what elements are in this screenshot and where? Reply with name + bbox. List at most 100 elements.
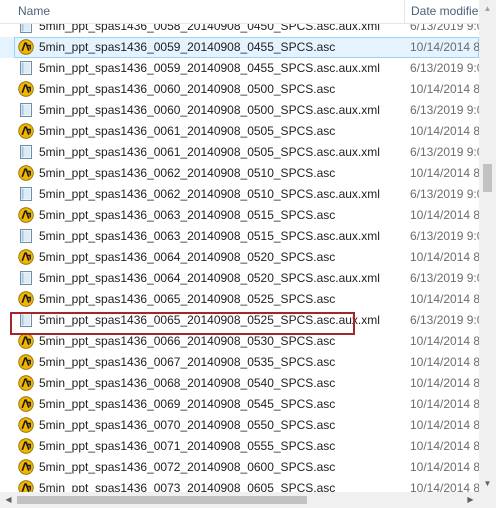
- file-date-modified: 10/14/2014 8:: [410, 166, 479, 180]
- scroll-left-arrow-icon[interactable]: ◀: [0, 492, 17, 508]
- horizontal-scrollbar[interactable]: ◀ ▶: [0, 492, 479, 508]
- file-name: 5min_ppt_spas1436_0073_20140908_0605_SPC…: [39, 481, 336, 492]
- vertical-scrollbar[interactable]: ▲ ▼: [479, 0, 496, 492]
- file-name: 5min_ppt_spas1436_0071_20140908_0555_SPC…: [39, 439, 336, 453]
- file-date-modified: 10/14/2014 8:: [410, 481, 479, 492]
- file-name: 5min_ppt_spas1436_0062_20140908_0510_SPC…: [39, 166, 336, 180]
- file-name: 5min_ppt_spas1436_0060_20140908_0500_SPC…: [39, 82, 336, 96]
- file-list: 5min_ppt_spas1436_0058_20140908_0450_SPC…: [0, 16, 479, 492]
- asc-file-icon: [18, 165, 34, 181]
- asc-file-icon: [18, 438, 34, 454]
- asc-file-icon: [18, 480, 34, 492]
- file-name: 5min_ppt_spas1436_0064_20140908_0520_SPC…: [39, 271, 380, 285]
- asc-file-icon: [18, 291, 34, 307]
- asc-file-icon: [18, 354, 34, 370]
- file-row[interactable]: 5min_ppt_spas1436_0061_20140908_0505_SPC…: [0, 121, 479, 142]
- file-name: 5min_ppt_spas1436_0064_20140908_0520_SPC…: [39, 250, 336, 264]
- file-row[interactable]: 5min_ppt_spas1436_0059_20140908_0455_SPC…: [0, 58, 479, 79]
- file-name: 5min_ppt_spas1436_0067_20140908_0535_SPC…: [39, 355, 336, 369]
- file-row[interactable]: 5min_ppt_spas1436_0070_20140908_0550_SPC…: [0, 415, 479, 436]
- file-row[interactable]: 5min_ppt_spas1436_0073_20140908_0605_SPC…: [0, 478, 479, 492]
- file-row[interactable]: 5min_ppt_spas1436_0060_20140908_0500_SPC…: [0, 100, 479, 121]
- file-name: 5min_ppt_spas1436_0061_20140908_0505_SPC…: [39, 124, 336, 138]
- file-date-modified: 6/13/2019 9:0: [410, 61, 479, 75]
- file-row[interactable]: 5min_ppt_spas1436_0062_20140908_0510_SPC…: [0, 163, 479, 184]
- scrollbar-corner: [479, 492, 496, 508]
- asc-file-icon: [18, 459, 34, 475]
- file-name: 5min_ppt_spas1436_0065_20140908_0525_SPC…: [39, 292, 336, 306]
- file-name: 5min_ppt_spas1436_0065_20140908_0525_SPC…: [39, 313, 380, 327]
- column-header-date-modified[interactable]: Date modifie: [404, 0, 479, 23]
- file-name: 5min_ppt_spas1436_0069_20140908_0545_SPC…: [39, 397, 336, 411]
- file-date-modified: 10/14/2014 8:: [410, 376, 479, 390]
- file-name: 5min_ppt_spas1436_0068_20140908_0540_SPC…: [39, 376, 336, 390]
- xml-document-icon: [18, 312, 34, 328]
- file-row[interactable]: 5min_ppt_spas1436_0064_20140908_0520_SPC…: [0, 268, 479, 289]
- file-date-modified: 6/13/2019 9:0: [410, 229, 479, 243]
- file-date-modified: 10/14/2014 8:: [410, 355, 479, 369]
- asc-file-icon: [18, 396, 34, 412]
- asc-file-icon: [18, 207, 34, 223]
- file-row[interactable]: 5min_ppt_spas1436_0059_20140908_0455_SPC…: [0, 37, 479, 58]
- file-date-modified: 10/14/2014 8:: [410, 439, 479, 453]
- file-date-modified: 6/13/2019 9:0: [410, 313, 479, 327]
- scroll-down-arrow-icon[interactable]: ▼: [479, 475, 496, 492]
- file-row[interactable]: 5min_ppt_spas1436_0063_20140908_0515_SPC…: [0, 205, 479, 226]
- asc-file-icon: [18, 123, 34, 139]
- xml-document-icon: [18, 60, 34, 76]
- asc-file-icon: [18, 417, 34, 433]
- file-date-modified: 6/13/2019 9:0: [410, 145, 479, 159]
- file-name: 5min_ppt_spas1436_0072_20140908_0600_SPC…: [39, 460, 336, 474]
- file-row[interactable]: 5min_ppt_spas1436_0061_20140908_0505_SPC…: [0, 142, 479, 163]
- file-row[interactable]: 5min_ppt_spas1436_0066_20140908_0530_SPC…: [0, 331, 479, 352]
- file-date-modified: 10/14/2014 8:: [410, 397, 479, 411]
- file-name: 5min_ppt_spas1436_0059_20140908_0455_SPC…: [39, 40, 336, 54]
- vertical-scroll-thumb[interactable]: [483, 164, 492, 192]
- file-date-modified: 6/13/2019 9:0: [410, 103, 479, 117]
- scroll-up-arrow-icon[interactable]: ▲: [479, 0, 496, 17]
- file-row[interactable]: 5min_ppt_spas1436_0065_20140908_0525_SPC…: [0, 310, 479, 331]
- file-date-modified: 10/14/2014 8:: [410, 124, 479, 138]
- file-date-modified: 10/14/2014 8:: [410, 208, 479, 222]
- column-header-name[interactable]: Name: [0, 0, 403, 23]
- file-row[interactable]: 5min_ppt_spas1436_0069_20140908_0545_SPC…: [0, 394, 479, 415]
- file-name: 5min_ppt_spas1436_0063_20140908_0515_SPC…: [39, 229, 380, 243]
- file-row[interactable]: 5min_ppt_spas1436_0060_20140908_0500_SPC…: [0, 79, 479, 100]
- file-name: 5min_ppt_spas1436_0059_20140908_0455_SPC…: [39, 61, 380, 75]
- file-date-modified: 10/14/2014 8:: [410, 460, 479, 474]
- horizontal-scroll-thumb[interactable]: [17, 496, 307, 504]
- asc-file-icon: [18, 249, 34, 265]
- file-name: 5min_ppt_spas1436_0060_20140908_0500_SPC…: [39, 103, 380, 117]
- file-row[interactable]: 5min_ppt_spas1436_0063_20140908_0515_SPC…: [0, 226, 479, 247]
- xml-document-icon: [18, 186, 34, 202]
- scroll-right-arrow-icon[interactable]: ▶: [462, 492, 479, 508]
- xml-document-icon: [18, 228, 34, 244]
- column-header: Name Date modifie: [0, 0, 479, 24]
- file-date-modified: 6/13/2019 9:0: [410, 271, 479, 285]
- file-name: 5min_ppt_spas1436_0061_20140908_0505_SPC…: [39, 145, 380, 159]
- file-row[interactable]: 5min_ppt_spas1436_0067_20140908_0535_SPC…: [0, 352, 479, 373]
- asc-file-icon: [18, 333, 34, 349]
- file-name: 5min_ppt_spas1436_0066_20140908_0530_SPC…: [39, 334, 336, 348]
- file-date-modified: 10/14/2014 8:: [410, 334, 479, 348]
- file-row[interactable]: 5min_ppt_spas1436_0068_20140908_0540_SPC…: [0, 373, 479, 394]
- file-date-modified: 6/13/2019 9:0: [410, 187, 479, 201]
- file-date-modified: 10/14/2014 8:: [410, 40, 479, 54]
- file-row[interactable]: 5min_ppt_spas1436_0072_20140908_0600_SPC…: [0, 457, 479, 478]
- file-date-modified: 10/14/2014 8:: [410, 250, 479, 264]
- asc-file-icon: [18, 375, 34, 391]
- file-name: 5min_ppt_spas1436_0062_20140908_0510_SPC…: [39, 187, 380, 201]
- xml-document-icon: [18, 102, 34, 118]
- file-name: 5min_ppt_spas1436_0070_20140908_0550_SPC…: [39, 418, 336, 432]
- xml-document-icon: [18, 270, 34, 286]
- asc-file-icon: [18, 81, 34, 97]
- file-row[interactable]: 5min_ppt_spas1436_0062_20140908_0510_SPC…: [0, 184, 479, 205]
- asc-file-icon: [18, 39, 34, 55]
- file-row[interactable]: 5min_ppt_spas1436_0064_20140908_0520_SPC…: [0, 247, 479, 268]
- file-row[interactable]: 5min_ppt_spas1436_0071_20140908_0555_SPC…: [0, 436, 479, 457]
- file-date-modified: 10/14/2014 8:: [410, 292, 479, 306]
- file-name: 5min_ppt_spas1436_0063_20140908_0515_SPC…: [39, 208, 336, 222]
- file-row[interactable]: 5min_ppt_spas1436_0065_20140908_0525_SPC…: [0, 289, 479, 310]
- xml-document-icon: [18, 144, 34, 160]
- file-date-modified: 10/14/2014 8:: [410, 82, 479, 96]
